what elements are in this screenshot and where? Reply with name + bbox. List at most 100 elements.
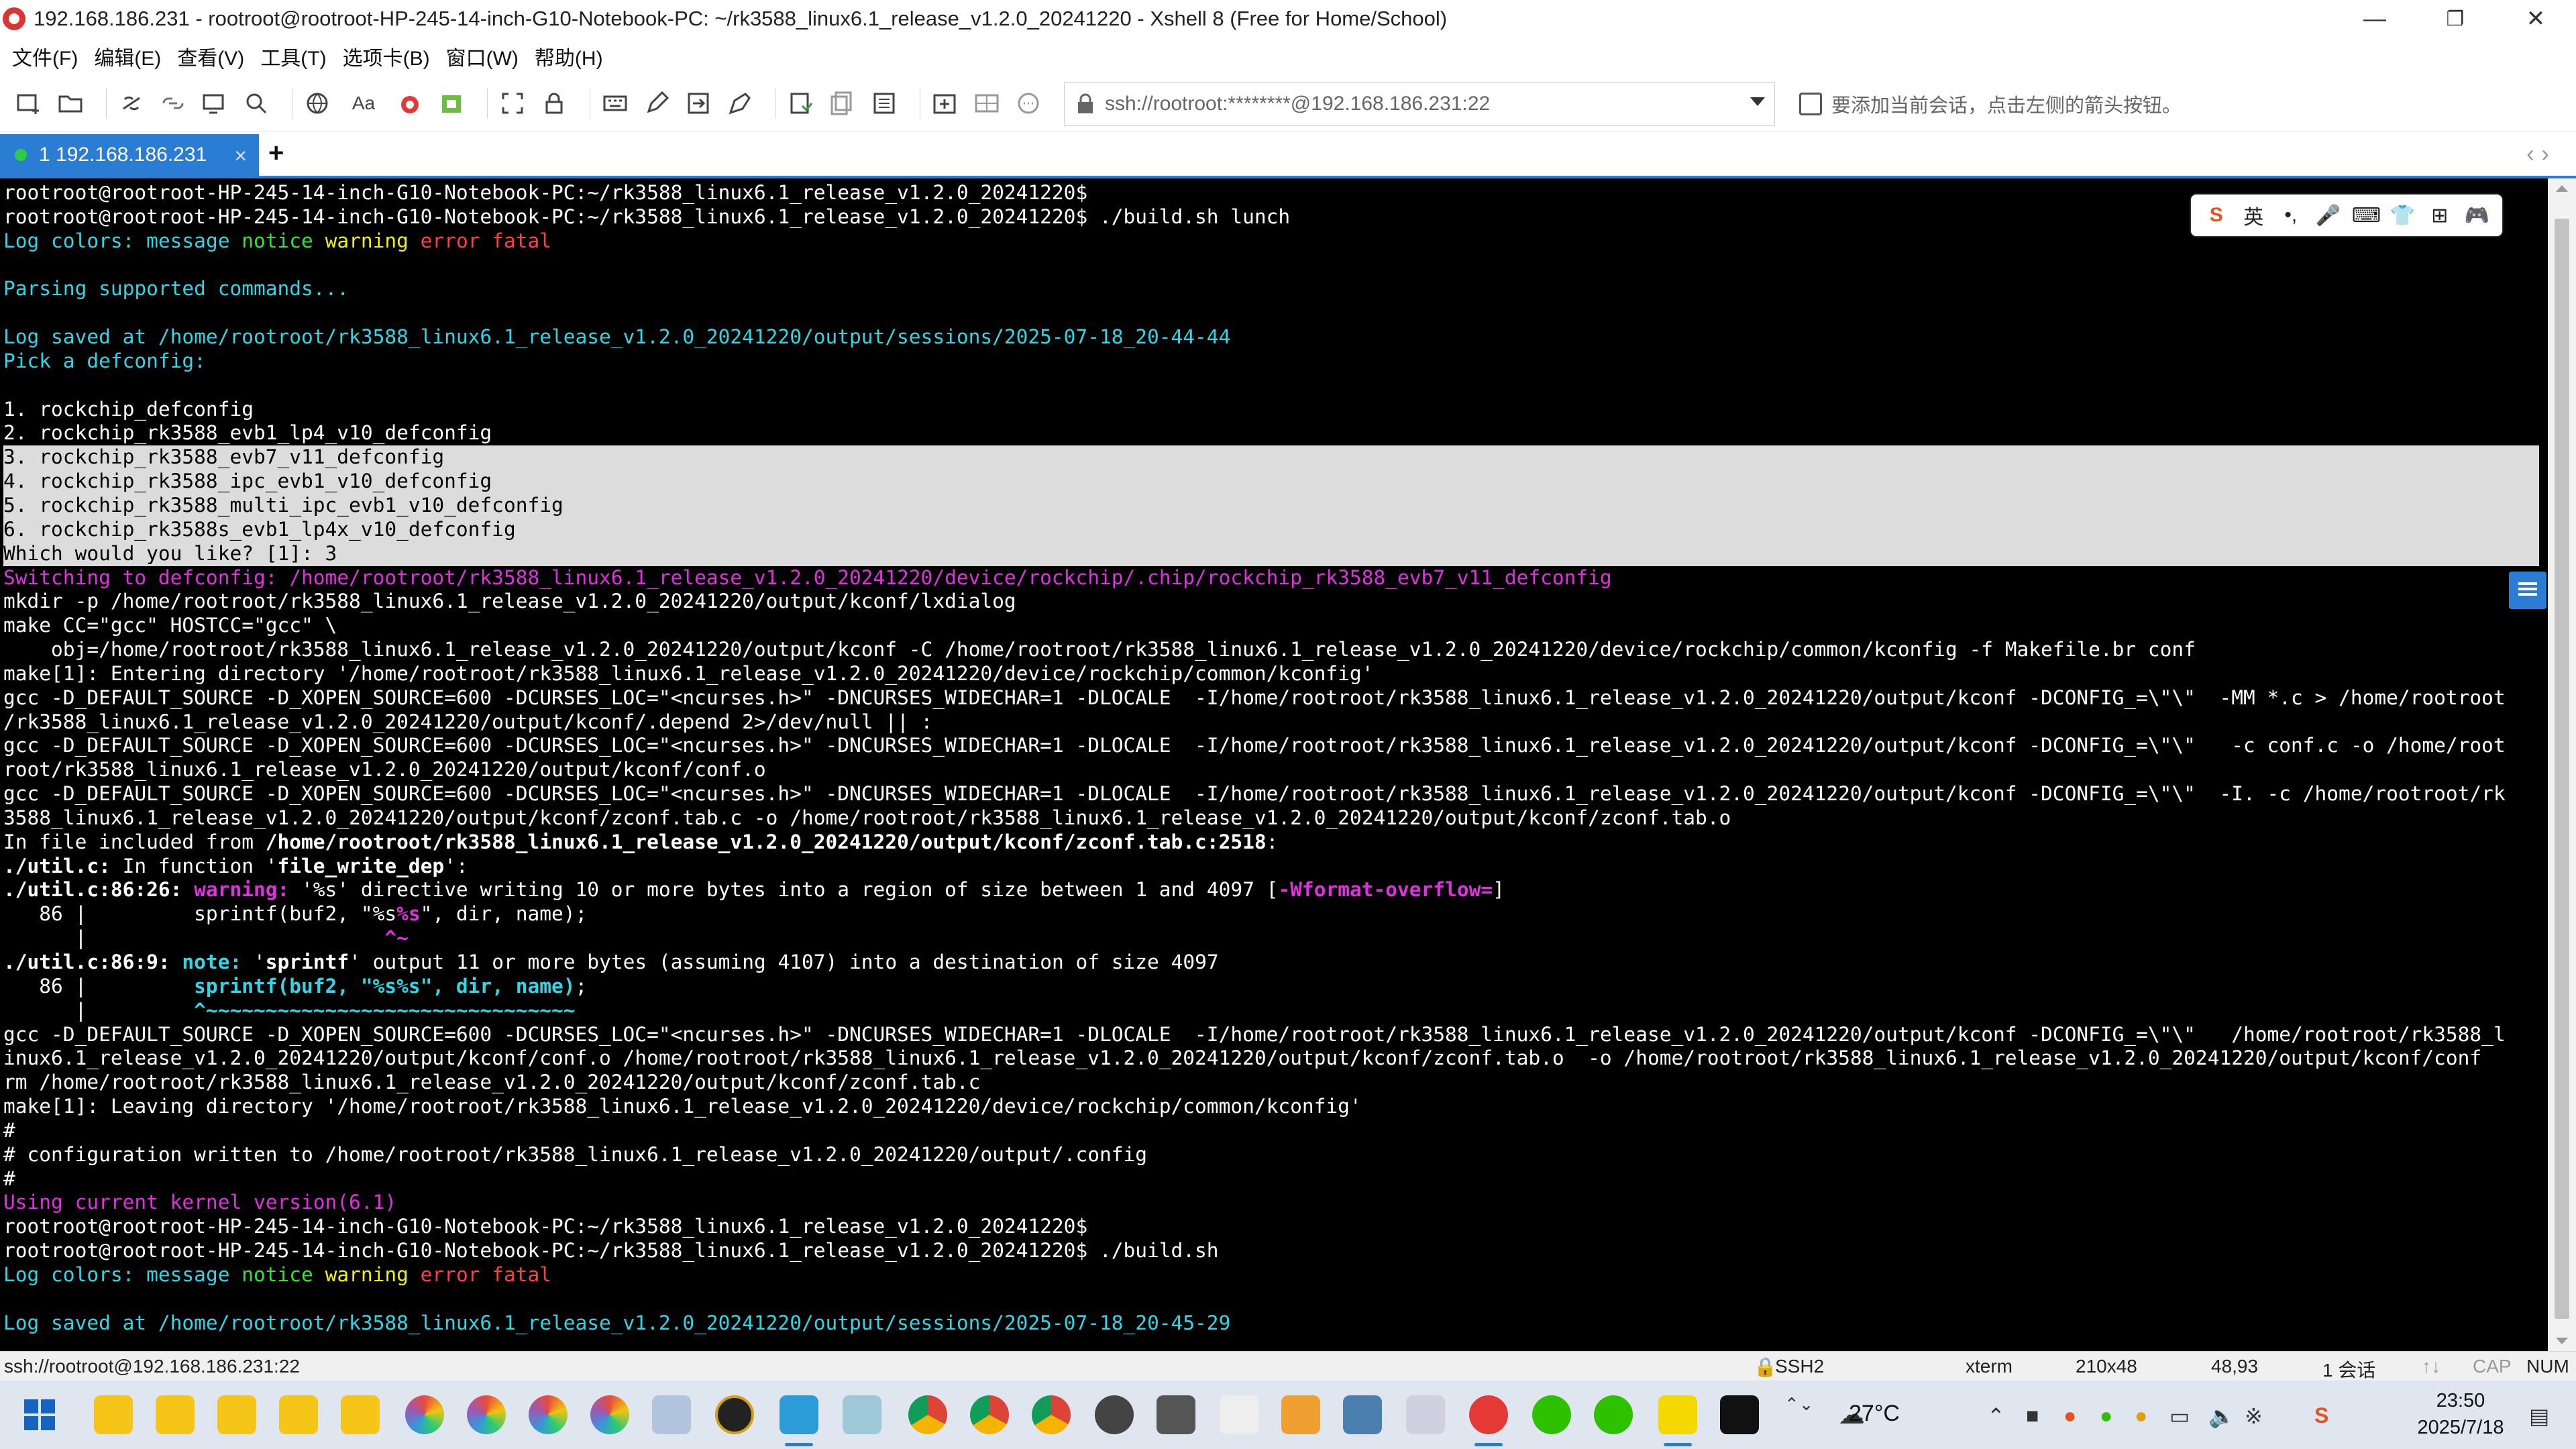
scroll-down-icon[interactable] — [2556, 1338, 2568, 1344]
keyboard-icon[interactable]: ⌨ — [2352, 204, 2381, 227]
chrome-icon[interactable] — [908, 1395, 947, 1434]
terminal-text: rootroot@rootroot-HP-245-14-inch-G10-Not… — [3, 1239, 1219, 1263]
wechat-icon[interactable] — [1594, 1395, 1633, 1434]
sogou-tray-icon[interactable]: S — [2314, 1403, 2328, 1428]
log-icon[interactable] — [786, 88, 816, 119]
file-explorer-icon[interactable] — [94, 1395, 133, 1434]
xshell-color-icon[interactable] — [394, 88, 425, 119]
menu-window[interactable]: 窗口(W) — [446, 42, 519, 71]
menu-tools[interactable]: 工具(T) — [260, 42, 326, 71]
windows-start-icon[interactable] — [24, 1399, 55, 1430]
menu-file[interactable]: 文件(F) — [12, 42, 78, 71]
chevron-up-icon[interactable]: ⌃ — [1987, 1403, 2005, 1429]
app-icon[interactable] — [1406, 1395, 1445, 1434]
tab-scroll-arrows[interactable]: ‹ › — [2526, 140, 2549, 168]
globe-icon[interactable] — [302, 88, 333, 119]
mfc-icon[interactable] — [1281, 1395, 1320, 1434]
keyboard-icon[interactable] — [600, 88, 631, 119]
close-button[interactable]: ✕ — [2496, 0, 2576, 38]
app-icon[interactable] — [1658, 1395, 1697, 1446]
tile-icon[interactable] — [971, 88, 1002, 119]
font-button[interactable]: Aa — [343, 88, 384, 119]
chevron-down-icon[interactable] — [1750, 97, 1765, 106]
app-icon[interactable] — [1343, 1395, 1382, 1434]
status-nav-arrows[interactable]: ↑↓ — [2422, 1356, 2440, 1377]
game-icon[interactable]: 🎮 — [2463, 204, 2490, 227]
minimize-button[interactable]: — — [2334, 0, 2415, 38]
weather-temperature[interactable]: 27°C — [1849, 1401, 1900, 1427]
add-session-icon[interactable] — [1799, 93, 1822, 115]
chat-icon[interactable] — [1013, 88, 1044, 119]
chrome-icon[interactable] — [970, 1395, 1009, 1434]
browser-icon[interactable] — [405, 1395, 444, 1434]
file-explorer-icon[interactable] — [217, 1395, 256, 1434]
open-folder-icon[interactable] — [55, 88, 86, 119]
tray-app-icon[interactable]: ● — [2135, 1403, 2147, 1428]
notification-icon[interactable]: ▤ — [2529, 1403, 2549, 1429]
find-icon[interactable] — [241, 88, 272, 119]
print-icon[interactable] — [869, 88, 900, 119]
xftp-icon[interactable] — [436, 88, 467, 119]
restore-button[interactable]: ❐ — [2415, 0, 2496, 38]
copy-icon[interactable] — [827, 88, 858, 119]
app-icon[interactable] — [1095, 1395, 1134, 1434]
file-explorer-icon[interactable] — [341, 1395, 380, 1434]
ime-tray-icon[interactable]: ※ — [2245, 1403, 2263, 1429]
scroll-up-icon[interactable] — [2556, 185, 2568, 192]
new-tab-icon[interactable] — [930, 88, 961, 119]
tray-overflow-icon[interactable]: ⌃⌄ — [1784, 1394, 1814, 1415]
address-bar[interactable]: ssh://rootroot:********@192.168.186.231:… — [1064, 82, 1775, 126]
reconnect-icon[interactable] — [116, 88, 147, 119]
terminal-text: Log colors: — [3, 229, 147, 252]
browser-icon[interactable] — [590, 1395, 629, 1434]
clock[interactable]: 23:50 2025/7/18 — [2407, 1387, 2514, 1441]
new-session-icon[interactable] — [13, 88, 44, 119]
hint-text: 要添加当前会话，点击左侧的箭头按钮。 — [1831, 95, 2182, 117]
status-sessions[interactable]: 1 会话 — [2322, 1356, 2375, 1383]
menu-help[interactable]: 帮助(H) — [535, 42, 603, 71]
lock-icon[interactable] — [539, 88, 570, 119]
wechat-icon[interactable] — [1532, 1395, 1571, 1434]
browser-icon[interactable] — [467, 1395, 506, 1434]
xshell-taskbar-icon[interactable] — [1469, 1395, 1508, 1446]
file-explorer-icon[interactable] — [279, 1395, 318, 1434]
app-icon[interactable] — [780, 1395, 818, 1446]
script-icon[interactable] — [641, 88, 672, 119]
ue-icon[interactable] — [715, 1395, 754, 1434]
scroll-thumb[interactable] — [2555, 219, 2569, 1319]
volume-icon[interactable]: 🔈 — [2208, 1403, 2235, 1429]
transfer-icon[interactable] — [683, 88, 714, 119]
tray-app-icon[interactable]: ● — [2063, 1403, 2076, 1428]
ime-language-toggle[interactable]: 英 — [2240, 201, 2267, 230]
add-tab-button[interactable]: + — [268, 138, 284, 168]
microphone-icon[interactable]: 🎤 — [2314, 204, 2341, 227]
ime-toolbar: S 英 •, 🎤 ⌨ 👕 ⊞ 🎮 — [2191, 195, 2502, 236]
fullscreen-icon[interactable] — [497, 88, 528, 119]
menu-tabs[interactable]: 选项卡(B) — [343, 42, 430, 71]
tray-app-icon[interactable]: ■ — [2026, 1403, 2039, 1428]
ime-punctuation-toggle[interactable]: •, — [2277, 204, 2304, 227]
browser-icon[interactable] — [529, 1395, 568, 1434]
chrome-icon[interactable] — [1032, 1395, 1071, 1434]
wechat-tray-icon[interactable]: ● — [2100, 1403, 2112, 1428]
capcut-icon[interactable] — [1720, 1395, 1759, 1434]
menu-edit[interactable]: 编辑(E) — [94, 42, 161, 71]
audio-icon[interactable] — [1220, 1395, 1258, 1434]
menu-view[interactable]: 查看(V) — [177, 42, 244, 71]
session-manager-icon[interactable] — [199, 88, 230, 119]
tab-session-1[interactable]: 1 192.168.186.231 × — [0, 134, 259, 176]
tools-icon[interactable] — [652, 1395, 691, 1434]
sogou-ime-icon[interactable]: S — [2203, 204, 2230, 227]
toolbox-icon[interactable]: ⊞ — [2426, 204, 2453, 227]
app-icon[interactable] — [843, 1395, 881, 1434]
tab-close-icon[interactable]: × — [234, 144, 247, 168]
se-icon[interactable] — [1157, 1395, 1195, 1434]
disconnect-icon[interactable] — [158, 88, 189, 119]
terminal-output[interactable]: rootroot@rootroot-HP-245-14-inch-G10-Not… — [0, 178, 2548, 1351]
skin-icon[interactable]: 👕 — [2389, 204, 2416, 227]
compose-icon[interactable] — [724, 88, 755, 119]
vertical-scrollbar[interactable] — [2548, 178, 2576, 1351]
file-explorer-icon[interactable] — [156, 1395, 195, 1434]
compose-pane-icon[interactable] — [2509, 572, 2546, 609]
network-icon[interactable]: ▭ — [2169, 1403, 2190, 1429]
